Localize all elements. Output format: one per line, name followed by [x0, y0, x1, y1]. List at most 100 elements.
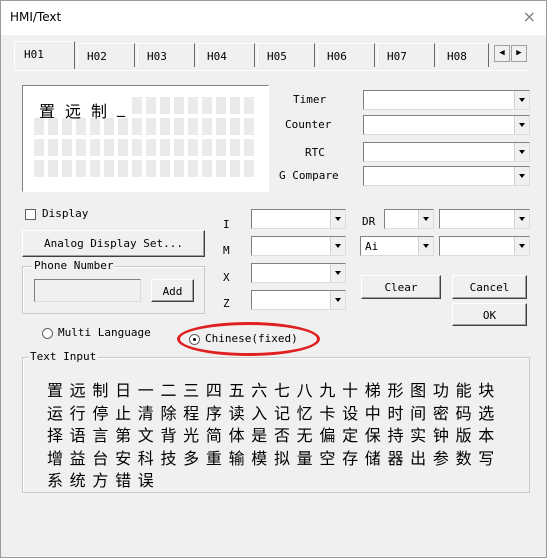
character-button[interactable]: 能 [454, 377, 474, 401]
character-button[interactable]: 除 [159, 400, 179, 424]
character-button[interactable]: 存 [340, 445, 360, 469]
ok-button[interactable]: OK [452, 303, 527, 326]
character-button[interactable]: 五 [227, 377, 247, 401]
character-button[interactable]: 设 [340, 400, 360, 424]
character-button[interactable]: 统 [68, 467, 88, 491]
character-button[interactable]: 空 [317, 445, 337, 469]
character-button[interactable]: 时 [386, 400, 406, 424]
i-combo[interactable] [251, 209, 346, 229]
chevron-down-icon[interactable] [514, 116, 529, 134]
character-button[interactable]: 误 [136, 467, 156, 491]
character-button[interactable]: 错 [113, 467, 133, 491]
character-button[interactable]: 否 [272, 422, 292, 446]
character-button[interactable]: 十 [340, 377, 360, 401]
chevron-down-icon[interactable] [330, 264, 345, 282]
character-button[interactable]: 入 [249, 400, 269, 424]
character-button[interactable]: 是 [249, 422, 269, 446]
character-button[interactable]: 钟 [431, 422, 451, 446]
character-button[interactable]: 实 [408, 422, 428, 446]
character-button[interactable]: 行 [68, 400, 88, 424]
character-button[interactable]: 块 [476, 377, 496, 401]
analog-display-set-button[interactable]: Analog Display Set... [22, 230, 205, 257]
chevron-down-icon[interactable] [514, 237, 529, 255]
chevron-down-icon[interactable] [418, 237, 433, 255]
tab-h01[interactable]: H01 [14, 41, 75, 69]
character-button[interactable]: 记 [272, 400, 292, 424]
chevron-down-icon[interactable] [330, 237, 345, 255]
dr-value-combo[interactable] [439, 209, 530, 229]
character-button[interactable]: 清 [136, 400, 156, 424]
character-button[interactable]: 梯 [363, 377, 383, 401]
character-button[interactable]: 背 [159, 422, 179, 446]
display-checkbox[interactable] [25, 209, 36, 220]
character-button[interactable]: 忆 [295, 400, 315, 424]
phone-number-field[interactable] [34, 279, 141, 302]
character-button[interactable]: 九 [317, 377, 337, 401]
character-button[interactable]: 光 [181, 422, 201, 446]
character-button[interactable]: 制 [90, 377, 110, 401]
character-button[interactable]: 图 [408, 377, 428, 401]
character-button[interactable]: 量 [295, 445, 315, 469]
character-button[interactable]: 第 [113, 422, 133, 446]
tab-scroll-right-icon[interactable]: ▶ [511, 45, 527, 62]
character-button[interactable]: 码 [454, 400, 474, 424]
chevron-down-icon[interactable] [330, 210, 345, 228]
character-button[interactable]: 七 [272, 377, 292, 401]
character-button[interactable]: 技 [159, 445, 179, 469]
m-combo[interactable] [251, 236, 346, 256]
character-button[interactable]: 远 [68, 377, 88, 401]
character-button[interactable]: 科 [136, 445, 156, 469]
character-button[interactable]: 写 [476, 445, 496, 469]
character-button[interactable]: 卡 [317, 400, 337, 424]
character-button[interactable]: 止 [113, 400, 133, 424]
dr-combo[interactable] [384, 209, 434, 229]
character-button[interactable]: 安 [113, 445, 133, 469]
character-button[interactable]: 参 [431, 445, 451, 469]
tab-scroll-left-icon[interactable]: ◀ [494, 45, 510, 62]
ai-value-combo[interactable] [439, 236, 530, 256]
character-button[interactable]: 出 [408, 445, 428, 469]
tab-h06[interactable]: H06 [317, 43, 375, 67]
tab-h08[interactable]: H08 [437, 43, 489, 67]
add-phone-button[interactable]: Add [151, 279, 194, 302]
character-button[interactable]: 益 [68, 445, 88, 469]
chevron-down-icon[interactable] [514, 91, 529, 109]
character-button[interactable]: 持 [386, 422, 406, 446]
character-button[interactable]: 偏 [317, 422, 337, 446]
character-button[interactable]: 简 [204, 422, 224, 446]
character-button[interactable]: 读 [227, 400, 247, 424]
chevron-down-icon[interactable] [514, 143, 529, 161]
rtc-combo[interactable] [363, 142, 530, 162]
character-button[interactable]: 系 [45, 467, 65, 491]
character-button[interactable]: 定 [340, 422, 360, 446]
character-button[interactable]: 二 [159, 377, 179, 401]
chevron-down-icon[interactable] [514, 210, 529, 228]
counter-combo[interactable] [363, 115, 530, 135]
character-button[interactable]: 无 [295, 422, 315, 446]
character-button[interactable]: 间 [408, 400, 428, 424]
character-button[interactable]: 序 [204, 400, 224, 424]
character-button[interactable]: 拟 [272, 445, 292, 469]
character-button[interactable]: 输 [227, 445, 247, 469]
lcd-preview[interactable]: 置 远 制 _ [22, 85, 269, 192]
character-button[interactable]: 多 [181, 445, 201, 469]
character-button[interactable]: 中 [363, 400, 383, 424]
character-button[interactable]: 重 [204, 445, 224, 469]
cancel-button[interactable]: Cancel [452, 275, 527, 299]
tab-h04[interactable]: H04 [197, 43, 255, 67]
ai-combo[interactable]: Ai [360, 236, 434, 256]
g-compare-combo[interactable] [363, 166, 530, 186]
character-button[interactable]: 置 [45, 377, 65, 401]
character-button[interactable]: 言 [90, 422, 110, 446]
character-button[interactable]: 增 [45, 445, 65, 469]
character-button[interactable]: 模 [249, 445, 269, 469]
character-button[interactable]: 方 [90, 467, 110, 491]
character-button[interactable]: 体 [227, 422, 247, 446]
chevron-down-icon[interactable] [418, 210, 433, 228]
character-button[interactable]: 器 [386, 445, 406, 469]
z-combo[interactable] [251, 290, 346, 310]
character-button[interactable]: 数 [454, 445, 474, 469]
x-combo[interactable] [251, 263, 346, 283]
character-button[interactable]: 语 [68, 422, 88, 446]
character-button[interactable]: 功 [431, 377, 451, 401]
